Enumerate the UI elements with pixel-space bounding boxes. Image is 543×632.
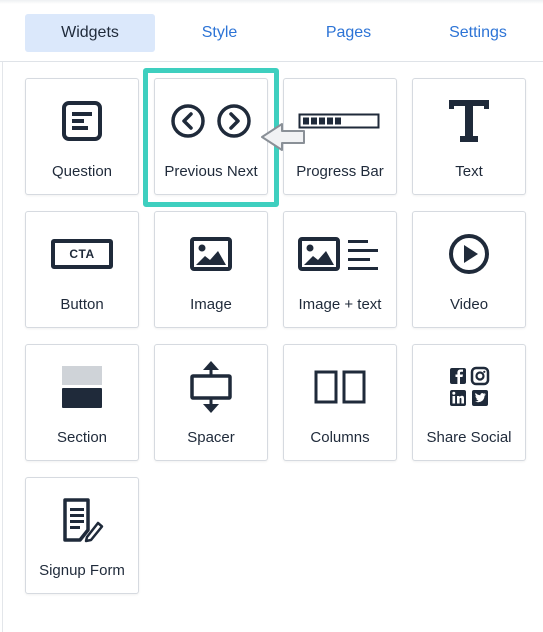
widget-label: Previous Next [164, 163, 258, 180]
widget-label: Spacer [187, 429, 235, 446]
linkedin-icon [450, 390, 466, 406]
widget-label: Columns [310, 429, 370, 446]
social-share-icon [413, 363, 525, 411]
widget-spacer[interactable]: Spacer [154, 344, 268, 461]
widget-signup-form[interactable]: Signup Form [25, 477, 139, 594]
widget-image-text[interactable]: Image + text [283, 211, 397, 328]
section-icon [26, 363, 138, 411]
widget-label: Section [56, 429, 108, 446]
widget-question[interactable]: Question [25, 78, 139, 195]
columns-icon [284, 363, 396, 411]
spacer-icon [155, 361, 267, 413]
widget-label: Button [60, 296, 104, 313]
widget-section[interactable]: Section [25, 344, 139, 461]
twitter-icon [472, 390, 488, 406]
widget-share-social[interactable]: Share Social [412, 344, 526, 461]
widget-label: Question [51, 163, 113, 180]
widgets-panel: Widgets Style Pages Settings Question Pr… [0, 0, 543, 632]
widget-video[interactable]: Video [412, 211, 526, 328]
widget-label: Image + text [298, 296, 382, 313]
image-text-icon [284, 230, 396, 278]
signup-form-icon [26, 496, 138, 544]
tab-widgets[interactable]: Widgets [25, 14, 155, 52]
widget-label: Text [455, 163, 483, 180]
widget-text[interactable]: Text [412, 78, 526, 195]
widget-button[interactable]: CTA Button [25, 211, 139, 328]
tab-pages[interactable]: Pages [284, 14, 413, 52]
pointer-arrow-icon [258, 120, 308, 156]
cta-button-icon: CTA [26, 230, 138, 278]
facebook-icon [450, 368, 466, 384]
panel-tabs: Widgets Style Pages Settings [0, 0, 543, 62]
text-t-icon [413, 97, 525, 145]
widget-previous-next[interactable]: Previous Next [154, 78, 268, 195]
previous-next-arrows-icon [155, 97, 267, 145]
widget-label: Share Social [426, 429, 512, 446]
widget-label: Video [449, 296, 489, 313]
cta-icon-text: CTA [69, 247, 95, 261]
divider [2, 62, 3, 632]
widget-label: Signup Form [39, 562, 125, 579]
widget-columns[interactable]: Columns [283, 344, 397, 461]
tab-style[interactable]: Style [155, 14, 284, 52]
tab-settings[interactable]: Settings [413, 14, 543, 52]
play-video-icon [413, 230, 525, 278]
widget-label: Progress Bar [296, 163, 384, 180]
instagram-icon [470, 366, 490, 386]
widget-label: Image [190, 296, 232, 313]
widget-image[interactable]: Image [154, 211, 268, 328]
image-icon [155, 230, 267, 278]
question-form-icon [26, 97, 138, 145]
